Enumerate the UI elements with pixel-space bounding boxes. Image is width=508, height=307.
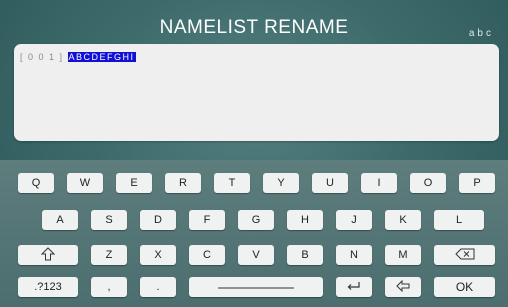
selected-text[interactable]: ABCDEFGHI	[67, 52, 136, 62]
key-n[interactable]: N	[336, 245, 372, 265]
key-l[interactable]: L	[434, 210, 484, 230]
key-i[interactable]: I	[361, 173, 397, 193]
key-k[interactable]: K	[385, 210, 421, 230]
key-v[interactable]: V	[238, 245, 274, 265]
input-mode-indicator: abc	[468, 28, 494, 39]
key-m[interactable]: M	[385, 245, 421, 265]
key-g[interactable]: G	[238, 210, 274, 230]
keyboard: Q W E R T Y U I O P A S D F G H J K L Z …	[0, 160, 508, 307]
key-r[interactable]: R	[165, 173, 201, 193]
key-j[interactable]: J	[336, 210, 372, 230]
enter-key[interactable]	[336, 277, 372, 297]
key-e[interactable]: E	[116, 173, 152, 193]
shift-icon	[40, 246, 56, 264]
text-edit-box[interactable]: [ 0 0 1 ] ABCDEFGHI	[14, 44, 499, 141]
page-title: NAMELIST RENAME	[159, 17, 349, 38]
shift-key[interactable]	[18, 245, 78, 265]
key-u[interactable]: U	[312, 173, 348, 193]
backspace-key[interactable]	[434, 245, 495, 265]
period-key[interactable]: .	[140, 277, 176, 297]
space-icon	[216, 281, 296, 293]
undo-icon	[396, 279, 410, 295]
key-p[interactable]: P	[459, 173, 495, 193]
space-key[interactable]	[189, 277, 323, 297]
undo-key[interactable]	[385, 277, 421, 297]
key-s[interactable]: S	[91, 210, 127, 230]
key-q[interactable]: Q	[18, 173, 54, 193]
key-c[interactable]: C	[189, 245, 225, 265]
key-y[interactable]: Y	[263, 173, 299, 193]
key-o[interactable]: O	[410, 173, 446, 193]
ok-button[interactable]: OK	[434, 277, 495, 297]
enter-icon	[347, 281, 361, 294]
entry-index: [ 0 0 1 ]	[20, 52, 64, 62]
screen: NAMELIST RENAME abc [ 0 0 1 ] ABCDEFGHI …	[0, 0, 508, 307]
key-x[interactable]: X	[140, 245, 176, 265]
key-w[interactable]: W	[67, 173, 103, 193]
key-z[interactable]: Z	[91, 245, 127, 265]
edit-line: [ 0 0 1 ] ABCDEFGHI	[20, 52, 136, 63]
key-t[interactable]: T	[214, 173, 250, 193]
key-h[interactable]: H	[287, 210, 323, 230]
comma-key[interactable]: ,	[91, 277, 127, 297]
backspace-icon	[454, 248, 475, 263]
key-d[interactable]: D	[140, 210, 176, 230]
symbols-key[interactable]: .?123	[18, 277, 78, 297]
key-f[interactable]: F	[189, 210, 225, 230]
key-b[interactable]: B	[287, 245, 323, 265]
key-a[interactable]: A	[42, 210, 78, 230]
